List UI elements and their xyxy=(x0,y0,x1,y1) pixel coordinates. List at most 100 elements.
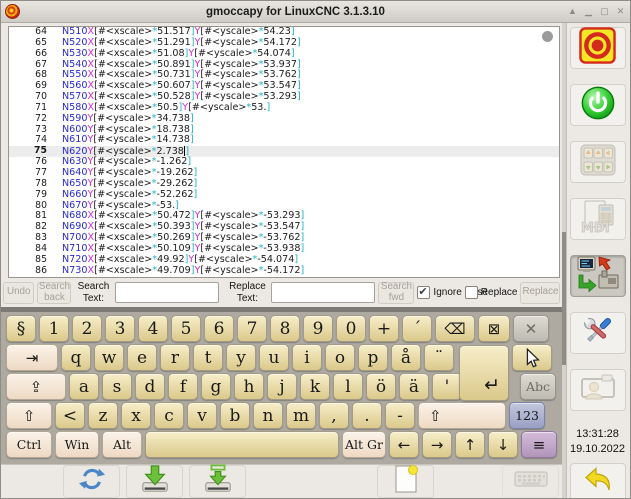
key-9[interactable]: 9 xyxy=(303,315,333,342)
tool-setup-button[interactable] xyxy=(570,369,626,411)
emergency-stop-icon xyxy=(579,27,616,69)
estop-button[interactable] xyxy=(570,27,626,69)
key-8[interactable]: 8 xyxy=(270,315,300,342)
key-plus[interactable]: + xyxy=(369,315,399,342)
key-arrow-up[interactable]: ↑ xyxy=(455,431,485,458)
undo-button[interactable]: Undo xyxy=(3,282,34,304)
search-back-button[interactable]: Search back xyxy=(37,282,71,304)
key-acute[interactable]: ´ xyxy=(402,315,432,342)
key-pointer[interactable] xyxy=(512,344,552,371)
key-l[interactable]: l xyxy=(333,373,363,400)
key-v[interactable]: v xyxy=(187,402,217,429)
key-delete[interactable]: ⊠ xyxy=(478,315,510,342)
key-menu-layer[interactable]: ≡ xyxy=(521,431,557,458)
key-6[interactable]: 6 xyxy=(204,315,234,342)
settings-button[interactable] xyxy=(570,312,626,354)
key-enter[interactable]: ↵ xyxy=(459,345,509,401)
key-adiaeresis[interactable]: ä xyxy=(399,373,429,400)
key-shift-left[interactable]: ⇧ xyxy=(6,402,52,429)
key-tab[interactable]: ⇥ xyxy=(6,344,58,371)
key-caps-lock[interactable]: ⇪ xyxy=(6,373,66,400)
key-odiaeresis[interactable]: ö xyxy=(366,373,396,400)
key-section[interactable]: § xyxy=(6,315,36,342)
key-aring[interactable]: å xyxy=(391,344,421,371)
clock: 13:31:28 19.10.2022 xyxy=(570,427,625,457)
minimize-window-icon[interactable]: ▁ xyxy=(583,6,594,17)
new-file-button[interactable] xyxy=(377,465,434,498)
search-text-input[interactable] xyxy=(115,282,219,303)
save-file-button[interactable] xyxy=(126,465,183,498)
key-close-keyboard[interactable]: ✕ xyxy=(513,315,549,342)
key-o[interactable]: o xyxy=(325,344,355,371)
replace-text-input[interactable] xyxy=(271,282,375,303)
replace-button[interactable]: Replace xyxy=(520,282,560,304)
ignore-case-box-icon[interactable] xyxy=(417,286,430,299)
key-123-layer[interactable]: 123 xyxy=(509,402,545,429)
key-s[interactable]: s xyxy=(102,373,132,400)
replace-all-box-icon[interactable] xyxy=(465,286,478,299)
key-apostrophe[interactable]: ' xyxy=(432,373,462,400)
key-u[interactable]: u xyxy=(259,344,289,371)
key-g[interactable]: g xyxy=(201,373,231,400)
key-arrow-right[interactable]: → xyxy=(422,431,452,458)
key-j[interactable]: j xyxy=(267,373,297,400)
gcode-editor[interactable]: 64N510X[#<xscale>*51.517]Y[#<yscale>*54.… xyxy=(8,26,560,278)
key-y[interactable]: y xyxy=(226,344,256,371)
keyboard-toggle-button[interactable] xyxy=(502,465,559,498)
reload-file-button[interactable] xyxy=(63,465,120,498)
key-4[interactable]: 4 xyxy=(138,315,168,342)
key-c[interactable]: c xyxy=(154,402,184,429)
key-x[interactable]: x xyxy=(121,402,151,429)
auto-edit-mode-button[interactable] xyxy=(570,255,626,297)
key-b[interactable]: b xyxy=(220,402,250,429)
replace-all-checkbox[interactable]: Replace All xyxy=(465,286,518,299)
key-space[interactable] xyxy=(145,431,339,458)
key-p[interactable]: p xyxy=(358,344,388,371)
key-abc-layer[interactable]: Abc xyxy=(520,373,556,400)
maximize-window-icon[interactable]: ▢ xyxy=(599,6,610,17)
key-f[interactable]: f xyxy=(168,373,198,400)
machine-on-button[interactable] xyxy=(570,84,626,126)
key-minus[interactable]: - xyxy=(385,402,415,429)
key-i[interactable]: i xyxy=(292,344,322,371)
key-w[interactable]: w xyxy=(94,344,124,371)
key-a[interactable]: a xyxy=(69,373,99,400)
key-k[interactable]: k xyxy=(300,373,330,400)
key-ctrl[interactable]: Ctrl xyxy=(6,431,52,458)
key-win[interactable]: Win xyxy=(55,431,99,458)
mdi-mode-button[interactable]: MDI xyxy=(570,198,626,240)
key-diaeresis[interactable]: ¨ xyxy=(424,344,454,371)
key-1[interactable]: 1 xyxy=(39,315,69,342)
key-altgr[interactable]: Alt Gr xyxy=(342,431,386,458)
key-t[interactable]: t xyxy=(193,344,223,371)
key-0[interactable]: 0 xyxy=(336,315,366,342)
key-q[interactable]: q xyxy=(61,344,91,371)
key-2[interactable]: 2 xyxy=(72,315,102,342)
key-m[interactable]: m xyxy=(286,402,316,429)
key-less[interactable]: < xyxy=(55,402,85,429)
key-d[interactable]: d xyxy=(135,373,165,400)
key-shift-right[interactable]: ⇧ xyxy=(418,402,506,429)
manual-mode-button[interactable] xyxy=(570,141,626,183)
save-as-icon xyxy=(203,464,233,499)
key-backspace[interactable]: ⌫ xyxy=(435,315,475,342)
key-3[interactable]: 3 xyxy=(105,315,135,342)
close-window-icon[interactable]: ✕ xyxy=(615,6,626,17)
shade-window-icon[interactable]: ▲ xyxy=(567,6,578,17)
search-fwd-button[interactable]: Search fwd xyxy=(378,282,414,304)
key-alt[interactable]: Alt xyxy=(102,431,142,458)
save-as-button[interactable] xyxy=(189,465,246,498)
key-comma[interactable]: , xyxy=(319,402,349,429)
back-button[interactable] xyxy=(570,463,626,499)
key-z[interactable]: z xyxy=(88,402,118,429)
key-7[interactable]: 7 xyxy=(237,315,267,342)
key-arrow-left[interactable]: ← xyxy=(389,431,419,458)
key-arrow-down[interactable]: ↓ xyxy=(488,431,518,458)
key-n[interactable]: n xyxy=(253,402,283,429)
key-e[interactable]: e xyxy=(127,344,157,371)
key-h[interactable]: h xyxy=(234,373,264,400)
key-r[interactable]: r xyxy=(160,344,190,371)
key-5[interactable]: 5 xyxy=(171,315,201,342)
ignore-case-checkbox[interactable]: Ignore Case xyxy=(417,286,461,299)
key-period[interactable]: . xyxy=(352,402,382,429)
